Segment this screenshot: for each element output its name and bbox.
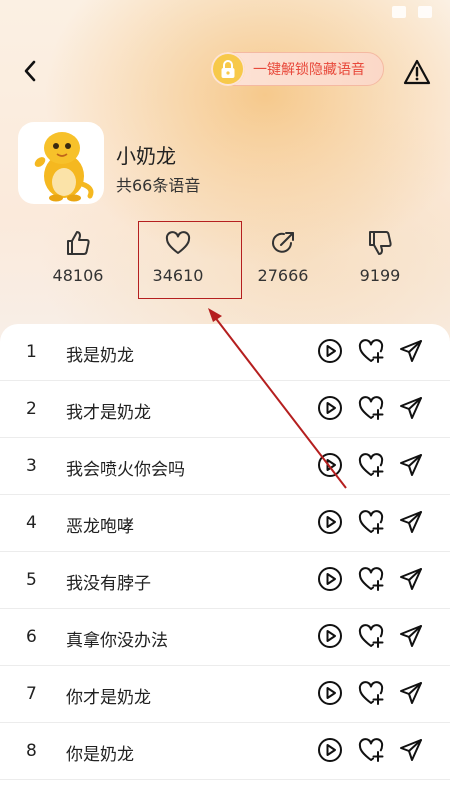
list-item[interactable]: 5 我没有脖子 bbox=[0, 552, 450, 609]
pack-title: 小奶龙 bbox=[116, 144, 176, 168]
send-button[interactable] bbox=[396, 395, 426, 425]
report-button[interactable] bbox=[400, 56, 434, 88]
heart-plus-icon bbox=[357, 680, 385, 710]
play-icon bbox=[317, 623, 343, 653]
send-button[interactable] bbox=[396, 509, 426, 539]
send-icon bbox=[398, 452, 424, 482]
unlock-label: 一键解锁隐藏语音 bbox=[253, 62, 365, 78]
voice-index: 1 bbox=[26, 342, 37, 362]
dislike-count: 9199 bbox=[359, 266, 401, 285]
favorite-button[interactable] bbox=[356, 338, 386, 368]
favorite-button[interactable] bbox=[356, 737, 386, 767]
yellow-dragon-avatar bbox=[34, 132, 94, 202]
status-bar bbox=[370, 0, 450, 24]
list-item[interactable]: 3 我会喷火你会吗 bbox=[0, 438, 450, 495]
unlock-hidden-voices-button[interactable]: 一键解锁隐藏语音 bbox=[211, 52, 384, 86]
list-item[interactable]: 8 你是奶龙 bbox=[0, 723, 450, 780]
voice-title: 恶龙咆哮 bbox=[66, 517, 134, 537]
favorite-button[interactable] bbox=[356, 623, 386, 653]
voice-title: 真拿你没办法 bbox=[66, 631, 168, 651]
thumbs-up-icon bbox=[67, 231, 90, 255]
send-button[interactable] bbox=[396, 623, 426, 653]
heart-plus-icon bbox=[357, 338, 385, 368]
battery-icon bbox=[418, 6, 432, 18]
voice-index: 5 bbox=[26, 570, 37, 590]
voice-index: 8 bbox=[26, 741, 37, 761]
share-stat[interactable]: 27666 bbox=[238, 228, 328, 292]
favorite-button[interactable] bbox=[356, 452, 386, 482]
share-icon bbox=[272, 232, 294, 253]
wifi-icon bbox=[392, 6, 406, 18]
list-item[interactable]: 6 真拿你没办法 bbox=[0, 609, 450, 666]
play-icon bbox=[317, 680, 343, 710]
heart-plus-icon bbox=[357, 395, 385, 425]
voice-title: 我没有脖子 bbox=[66, 574, 151, 594]
play-button[interactable] bbox=[315, 566, 345, 596]
play-button[interactable] bbox=[315, 338, 345, 368]
voice-count: 共66条语音 bbox=[116, 176, 201, 195]
voice-index: 6 bbox=[26, 627, 37, 647]
heart-plus-icon bbox=[357, 566, 385, 596]
list-item[interactable]: 4 恶龙咆哮 bbox=[0, 495, 450, 552]
send-button[interactable] bbox=[396, 338, 426, 368]
play-icon bbox=[317, 566, 343, 596]
play-icon bbox=[317, 737, 343, 767]
voice-title: 你是奶龙 bbox=[66, 745, 134, 765]
voice-title: 你才是奶龙 bbox=[66, 688, 151, 708]
warning-icon bbox=[403, 59, 431, 85]
favorite-button[interactable] bbox=[356, 395, 386, 425]
thumbs-down-icon bbox=[369, 231, 392, 255]
voice-index: 4 bbox=[26, 513, 37, 533]
play-icon bbox=[317, 395, 343, 425]
like-count: 48106 bbox=[52, 266, 104, 285]
send-icon bbox=[398, 395, 424, 425]
voice-list: 1 我是奶龙 2 我才是奶龙 3 我会喷火你会吗 4 恶龙咆哮 5 我没有脖子 6 真拿你没办法 7 你才… bbox=[0, 324, 450, 801]
back-button[interactable] bbox=[14, 55, 46, 87]
heart-plus-icon bbox=[357, 452, 385, 482]
send-button[interactable] bbox=[396, 566, 426, 596]
play-icon bbox=[317, 509, 343, 539]
play-icon bbox=[317, 338, 343, 368]
voice-index: 2 bbox=[26, 399, 37, 419]
play-button[interactable] bbox=[315, 509, 345, 539]
favorite-button[interactable] bbox=[356, 680, 386, 710]
play-button[interactable] bbox=[315, 680, 345, 710]
heart-plus-icon bbox=[357, 623, 385, 653]
send-icon bbox=[398, 338, 424, 368]
send-icon bbox=[398, 566, 424, 596]
list-item[interactable]: 2 我才是奶龙 bbox=[0, 381, 450, 438]
dislike-stat[interactable]: 9199 bbox=[335, 228, 425, 292]
play-button[interactable] bbox=[315, 623, 345, 653]
send-button[interactable] bbox=[396, 737, 426, 767]
highlight-box bbox=[138, 221, 242, 299]
like-stat[interactable]: 48106 bbox=[33, 228, 123, 292]
avatar bbox=[18, 122, 104, 204]
send-button[interactable] bbox=[396, 452, 426, 482]
send-icon bbox=[398, 737, 424, 767]
voice-title: 我会喷火你会吗 bbox=[66, 460, 185, 480]
list-item[interactable]: 7 你才是奶龙 bbox=[0, 666, 450, 723]
heart-plus-icon bbox=[357, 509, 385, 539]
voice-title: 我是奶龙 bbox=[66, 346, 134, 366]
chevron-left-icon bbox=[24, 60, 36, 82]
share-count: 27666 bbox=[257, 266, 309, 285]
voice-title: 我才是奶龙 bbox=[66, 403, 151, 423]
send-icon bbox=[398, 509, 424, 539]
send-icon bbox=[398, 623, 424, 653]
send-icon bbox=[398, 680, 424, 710]
play-button[interactable] bbox=[315, 737, 345, 767]
send-button[interactable] bbox=[396, 680, 426, 710]
list-item[interactable]: 1 我是奶龙 bbox=[0, 324, 450, 381]
lock-icon bbox=[211, 52, 245, 86]
play-icon bbox=[317, 452, 343, 482]
favorite-button[interactable] bbox=[356, 566, 386, 596]
play-button[interactable] bbox=[315, 395, 345, 425]
favorite-button[interactable] bbox=[356, 509, 386, 539]
voice-index: 7 bbox=[26, 684, 37, 704]
voice-index: 3 bbox=[26, 456, 37, 476]
heart-plus-icon bbox=[357, 737, 385, 767]
play-button[interactable] bbox=[315, 452, 345, 482]
